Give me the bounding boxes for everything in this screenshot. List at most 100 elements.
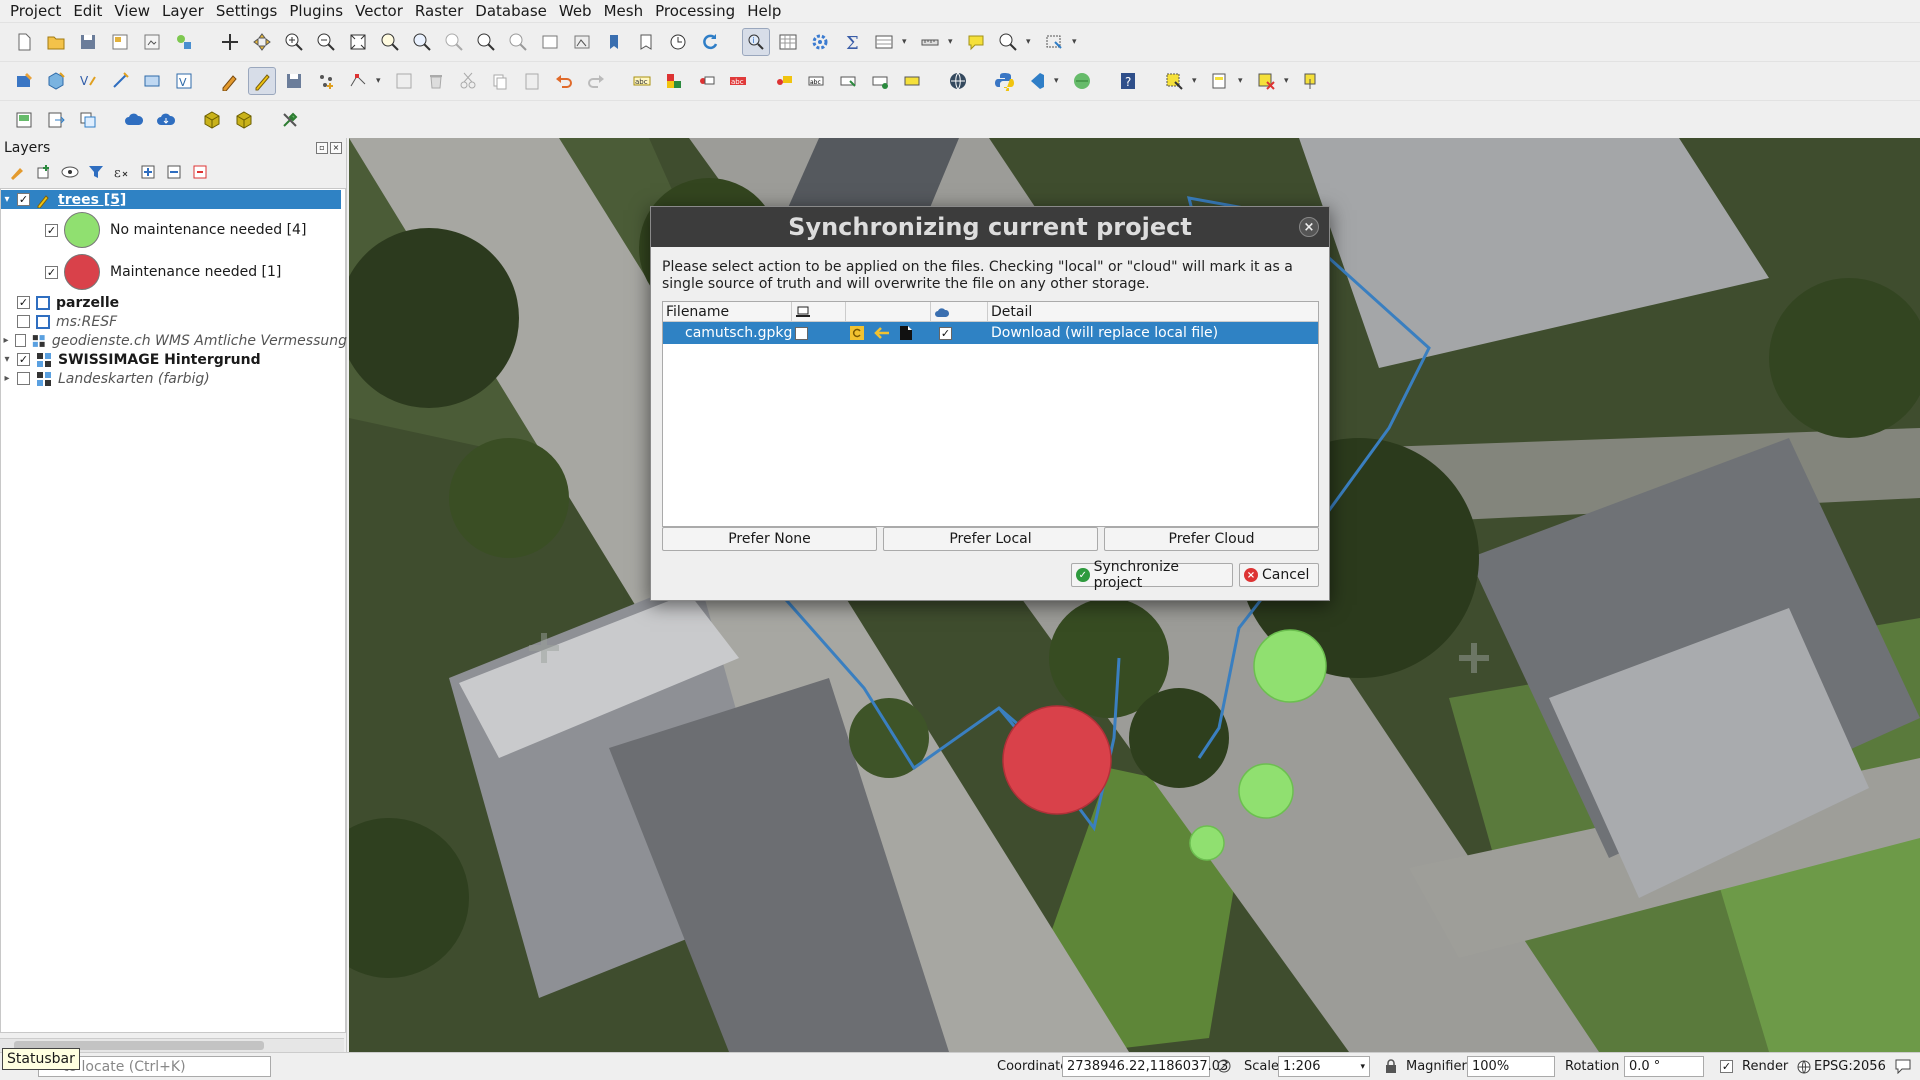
modify-attributes-icon[interactable] — [390, 67, 418, 95]
locator-zoom-icon[interactable] — [994, 28, 1022, 56]
geometry-checker-icon[interactable] — [1068, 67, 1096, 95]
menu-vector[interactable]: Vector — [349, 0, 409, 22]
menu-plugins[interactable]: Plugins — [283, 0, 349, 22]
zoom-to-layer-icon[interactable] — [408, 28, 436, 56]
processing-toolbox-icon[interactable] — [276, 106, 304, 134]
zoom-next-icon[interactable] — [504, 28, 532, 56]
float-panel-icon[interactable]: ▫ — [316, 142, 328, 154]
label-tool-4-icon[interactable] — [866, 67, 894, 95]
open-table-icon[interactable] — [870, 28, 898, 56]
current-edits-icon[interactable] — [216, 67, 244, 95]
toggle-extents-icon[interactable] — [1216, 1058, 1232, 1078]
crs-label[interactable]: EPSG:2056 — [1814, 1059, 1886, 1074]
chevron-down-icon[interactable]: ▾ — [1192, 76, 1202, 86]
legend-item-no-maintenance[interactable]: ✓ No maintenance needed [4] — [1, 209, 341, 251]
select-by-location-icon[interactable] — [1298, 67, 1326, 95]
chevron-down-icon[interactable]: ▾ — [376, 76, 386, 86]
cloud-checkbox[interactable]: ✓ — [939, 326, 952, 340]
temporal-controller-icon[interactable] — [664, 28, 692, 56]
cloud-icon[interactable] — [120, 106, 148, 134]
pan-to-selection-icon[interactable] — [248, 28, 276, 56]
identify-features-icon[interactable]: i — [742, 28, 770, 56]
project-sync-local-icon[interactable] — [74, 106, 102, 134]
expand-arrow-icon[interactable]: ▸ — [1, 335, 11, 346]
menu-processing[interactable]: Processing — [649, 0, 741, 22]
zoom-out-icon[interactable] — [312, 28, 340, 56]
layer-visibility-checkbox[interactable]: ✓ — [17, 353, 30, 366]
menu-raster[interactable]: Raster — [409, 0, 469, 22]
layer-row-swissimage[interactable]: ▾ ✓ SWISSIMAGE Hintergrund — [1, 350, 341, 369]
menu-view[interactable]: View — [108, 0, 156, 22]
new-bookmark-icon[interactable] — [600, 28, 628, 56]
globe-plugin-icon[interactable] — [944, 67, 972, 95]
chevron-down-icon[interactable]: ▾ — [1238, 76, 1248, 86]
measure-line-icon[interactable] — [916, 28, 944, 56]
data-source-manager-icon[interactable] — [10, 67, 38, 95]
layer-visibility-checkbox[interactable] — [15, 334, 27, 347]
copy-features-icon[interactable] — [486, 67, 514, 95]
redo-icon[interactable] — [582, 67, 610, 95]
filter-legend-icon[interactable] — [86, 162, 106, 182]
manage-map-themes-icon[interactable] — [60, 162, 80, 182]
settings-icon[interactable] — [806, 28, 834, 56]
legend-visibility-checkbox[interactable]: ✓ — [45, 223, 58, 237]
menu-database[interactable]: Database — [469, 0, 553, 22]
chevron-down-icon[interactable]: ▾ — [1360, 1062, 1365, 1072]
style-manager-icon[interactable] — [170, 28, 198, 56]
collapse-all-icon[interactable] — [164, 162, 184, 182]
tree-no-maintenance[interactable] — [1238, 763, 1294, 819]
add-group-icon[interactable] — [34, 162, 54, 182]
pan-map-icon[interactable] — [216, 28, 244, 56]
statistics-icon[interactable]: Σ — [838, 28, 866, 56]
map-tips-icon[interactable] — [962, 28, 990, 56]
rotation-field[interactable]: 0.0 ° — [1624, 1056, 1704, 1077]
vertex-tool-icon[interactable] — [344, 67, 372, 95]
new-shapefile-icon[interactable]: V — [74, 67, 102, 95]
legend-visibility-checkbox[interactable]: ✓ — [45, 265, 58, 279]
layer-visibility-checkbox[interactable] — [17, 315, 30, 328]
prefer-cloud-button[interactable]: Prefer Cloud — [1104, 527, 1319, 551]
layer-row-geodienste[interactable]: ▸ geodienste.ch WMS Amtliche Vermessung — [1, 331, 347, 350]
chevron-down-icon[interactable]: ▾ — [1026, 37, 1036, 47]
menu-help[interactable]: Help — [741, 0, 787, 22]
close-icon[interactable]: × — [1299, 217, 1319, 237]
python-console-icon[interactable] — [990, 67, 1018, 95]
crs-globe-icon[interactable] — [1796, 1059, 1812, 1079]
tree-maintenance-needed[interactable] — [1002, 705, 1112, 815]
menu-settings[interactable]: Settings — [210, 0, 284, 22]
package-sync-icon[interactable] — [230, 106, 258, 134]
zoom-full-icon[interactable] — [344, 28, 372, 56]
column-header-filename[interactable]: Filename — [663, 302, 792, 321]
project-export-icon[interactable] — [42, 106, 70, 134]
chevron-down-icon[interactable]: ▾ — [1284, 76, 1294, 86]
chevron-down-icon[interactable]: ▾ — [948, 37, 958, 47]
prefer-local-button[interactable]: Prefer Local — [883, 527, 1098, 551]
tree-no-maintenance[interactable] — [1189, 825, 1225, 861]
attribute-table-icon[interactable] — [774, 28, 802, 56]
new-3d-view-icon[interactable] — [568, 28, 596, 56]
column-header-action[interactable] — [846, 302, 931, 321]
new-virtual-layer-icon[interactable] — [138, 67, 166, 95]
new-print-layout-icon[interactable] — [106, 28, 134, 56]
collapse-arrow-icon[interactable]: ▾ — [1, 354, 13, 365]
layer-row-resf[interactable]: ms:RESF — [1, 312, 341, 331]
filter-expression-icon[interactable]: ε — [112, 162, 132, 182]
prefer-none-button[interactable]: Prefer None — [662, 527, 877, 551]
zoom-in-icon[interactable] — [280, 28, 308, 56]
close-panel-icon[interactable]: × — [330, 142, 342, 154]
new-geopackage-icon[interactable] — [42, 67, 70, 95]
expand-arrow-icon[interactable]: ▸ — [1, 373, 13, 384]
column-header-local[interactable] — [792, 302, 846, 321]
menu-mesh[interactable]: Mesh — [598, 0, 650, 22]
new-temporary-layer-icon[interactable] — [106, 67, 134, 95]
open-project-icon[interactable] — [42, 28, 70, 56]
expand-all-icon[interactable] — [138, 162, 158, 182]
undo-icon[interactable] — [550, 67, 578, 95]
layer-row-parzelle[interactable]: ✓ parzelle — [1, 293, 341, 312]
label-pin-icon[interactable] — [692, 67, 720, 95]
label-tool-2-icon[interactable]: abc — [802, 67, 830, 95]
magnifier-field[interactable]: 100% — [1467, 1056, 1555, 1077]
vscode-icon[interactable] — [1022, 67, 1050, 95]
select-location-icon[interactable] — [1040, 28, 1068, 56]
legend-item-maintenance[interactable]: ✓ Maintenance needed [1] — [1, 251, 341, 293]
